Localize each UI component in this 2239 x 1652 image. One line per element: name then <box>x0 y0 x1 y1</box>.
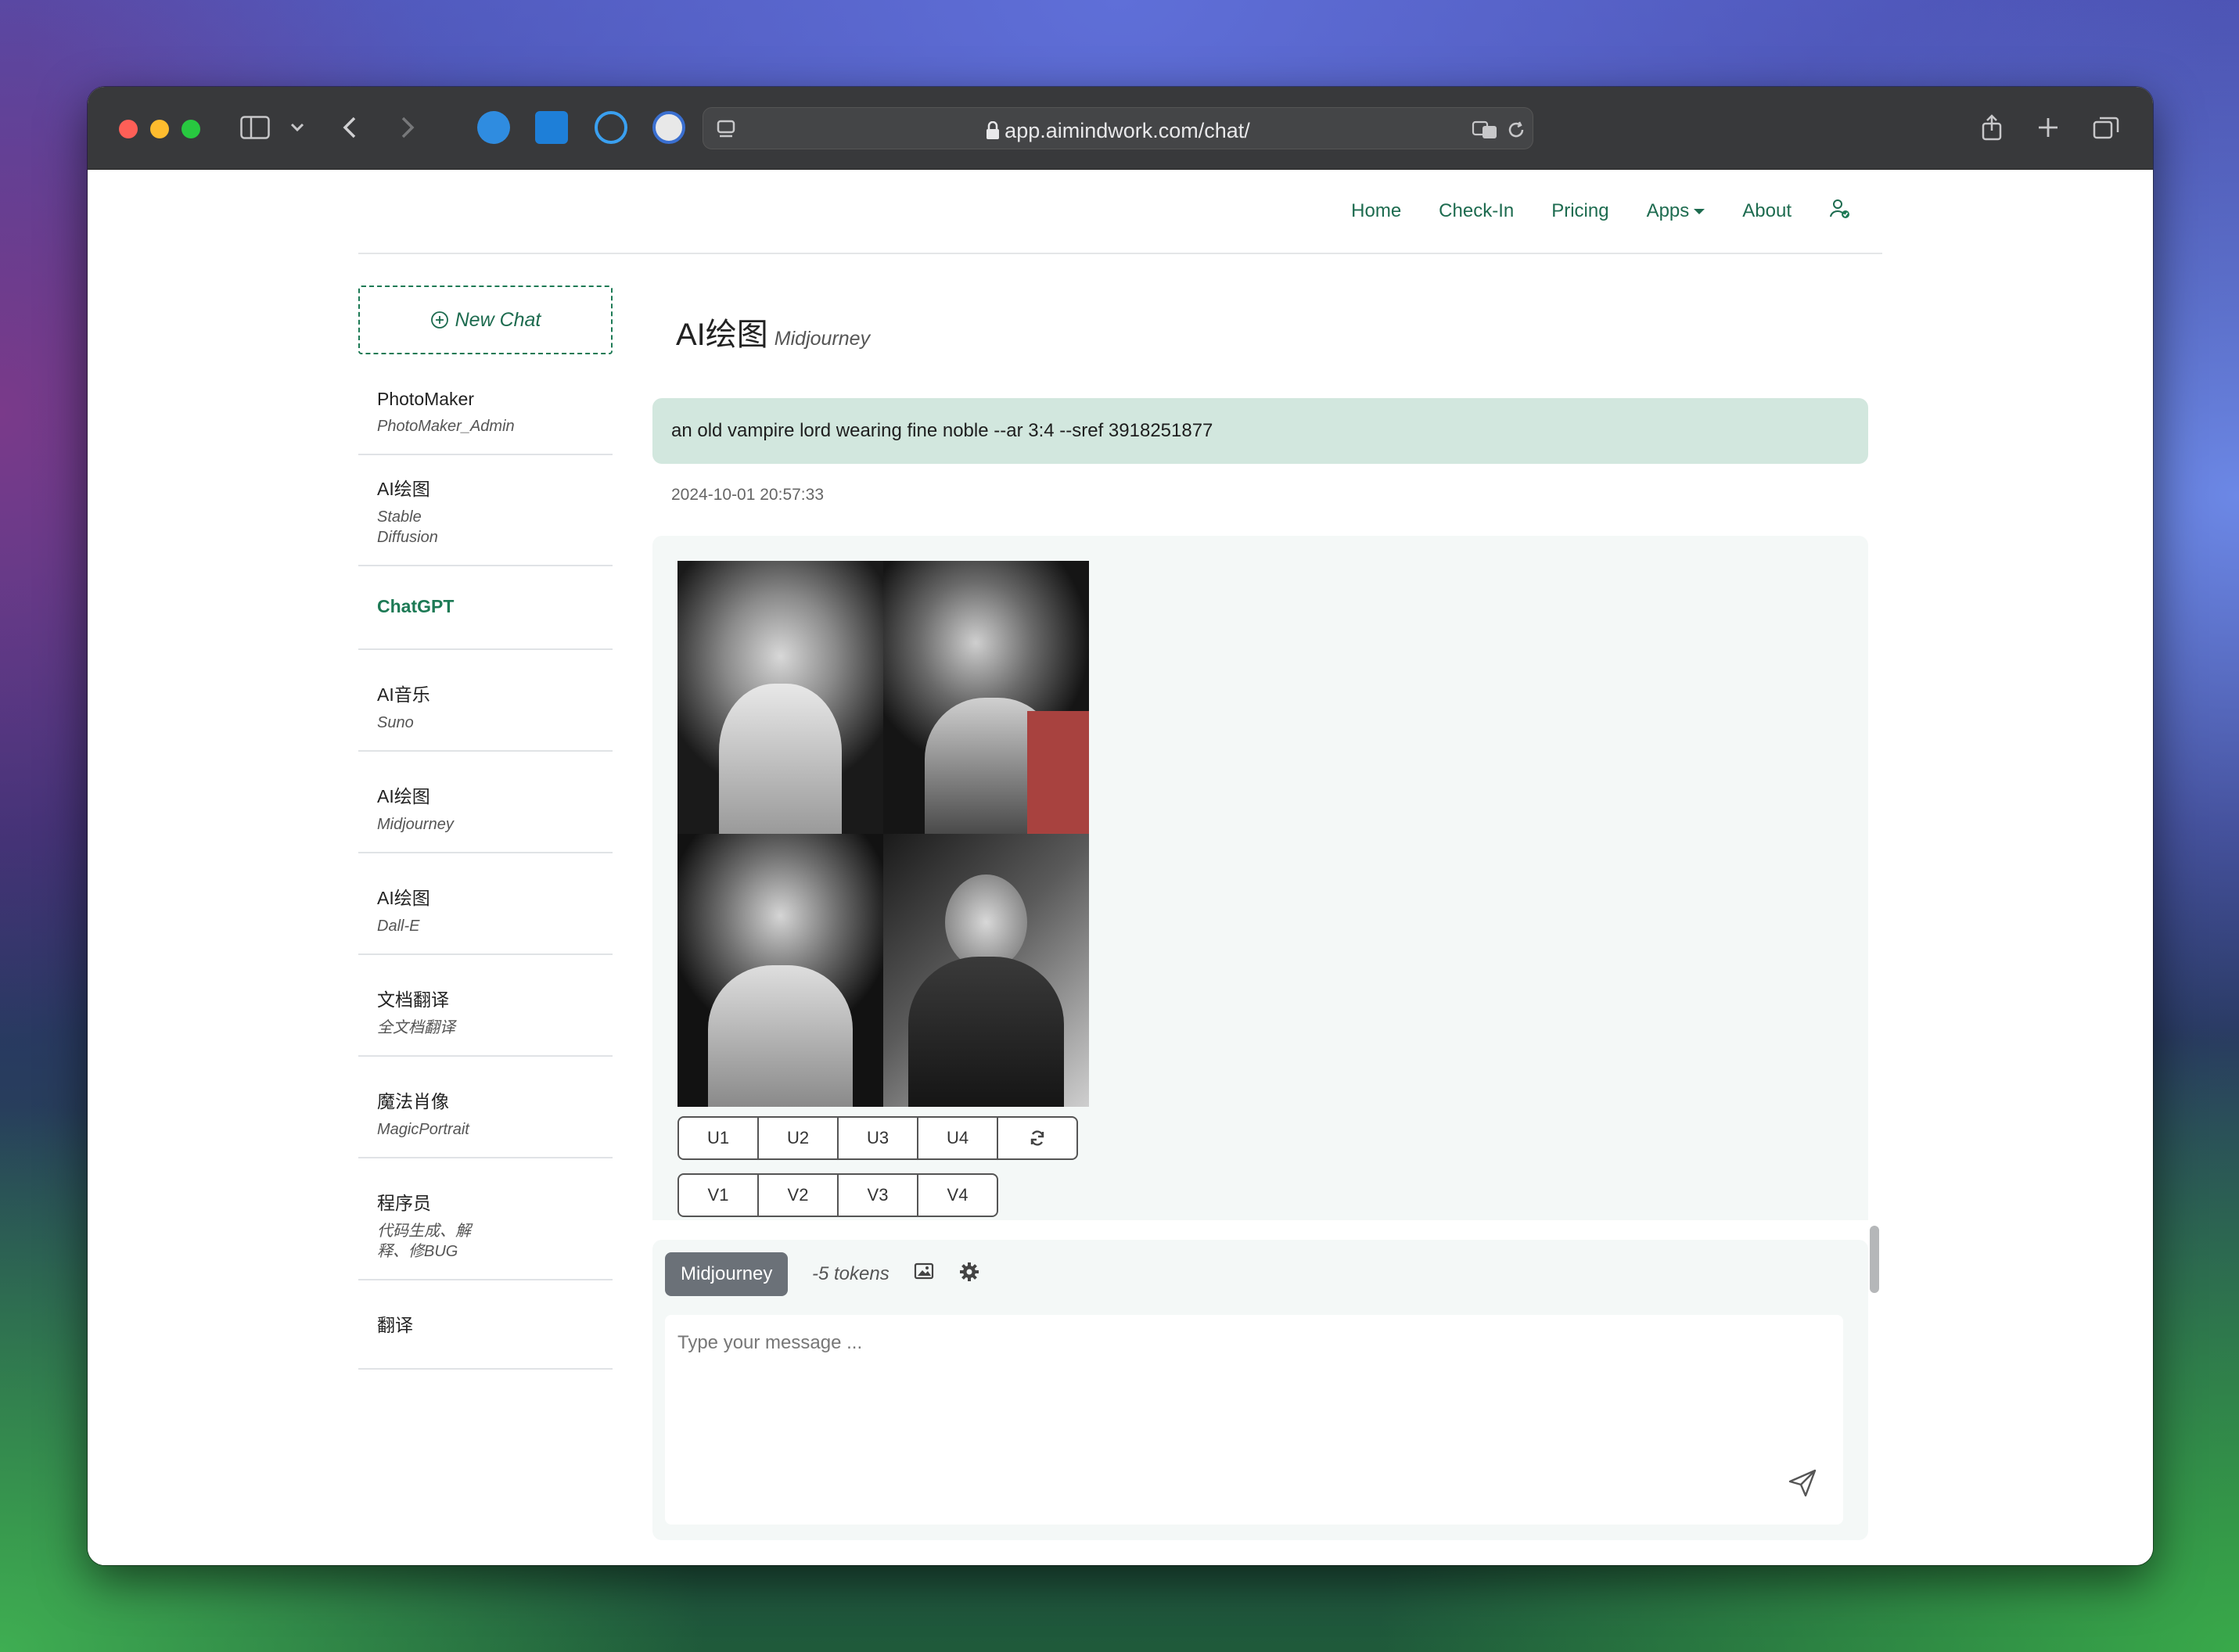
chat-subtitle: Midjourney <box>774 328 871 350</box>
u4-button[interactable]: U4 <box>917 1116 998 1160</box>
sidebar-item-title: PhotoMaker <box>377 389 475 409</box>
close-window-button[interactable] <box>119 120 138 138</box>
generated-image-3 <box>677 834 883 1107</box>
share-icon[interactable] <box>1978 110 2006 145</box>
sidebar-item-subtitle: Dall-E <box>377 918 420 935</box>
message-input[interactable]: Type your message ... <box>665 1315 1843 1525</box>
sidebar-item-subtitle: Suno <box>377 714 414 731</box>
nav-home[interactable]: Home <box>1351 200 1401 222</box>
nav-apps-dropdown[interactable]: Apps <box>1647 200 1705 222</box>
sidebar-item-dall-e[interactable]: AI绘图 Dall-E <box>358 853 613 955</box>
sidebar-item-title: AI绘图 <box>377 479 430 499</box>
sidebar-item-photomaker[interactable]: PhotoMaker PhotoMaker_Admin <box>358 370 613 455</box>
refresh-icon <box>1030 1130 1044 1146</box>
sidebar-item-subtitle: Midjourney <box>377 816 454 833</box>
sidebar-item-title: 翻译 <box>377 1315 413 1335</box>
generated-image-1 <box>677 561 883 834</box>
url-text: app.aimindwork.com/chat/ <box>703 119 1533 143</box>
generated-image-grid[interactable] <box>677 561 1089 1107</box>
extension-m-icon[interactable] <box>595 111 627 144</box>
sidebar-item-chatgpt[interactable]: ChatGPT <box>358 566 613 650</box>
lock-icon <box>987 120 1000 139</box>
sidebar-item-title: 文档翻译 <box>377 989 449 1010</box>
v4-button[interactable]: V4 <box>917 1173 998 1217</box>
address-bar[interactable]: app.aimindwork.com/chat/ <box>703 107 1533 149</box>
sidebar-item-title: AI音乐 <box>377 684 430 705</box>
browser-toolbar: app.aimindwork.com/chat/ <box>88 87 2153 170</box>
top-nav: Home Check-In Pricing Apps About <box>358 170 1882 254</box>
sidebar-item-document-translation[interactable]: 文档翻译 全文档翻译 <box>358 955 613 1057</box>
sidebar-item-title: 魔法肖像 <box>377 1091 449 1112</box>
nav-pricing[interactable]: Pricing <box>1551 200 1608 222</box>
translate-icon[interactable] <box>1470 113 1501 147</box>
sidebar-item-subtitle: PhotoMaker_Admin <box>377 418 515 435</box>
web-page: Home Check-In Pricing Apps About New Cha… <box>88 170 2153 1565</box>
reload-icon[interactable] <box>1504 113 1528 147</box>
sidebar-item-title: ChatGPT <box>377 596 455 616</box>
v3-button[interactable]: V3 <box>837 1173 918 1217</box>
user-icon[interactable] <box>1829 198 1851 224</box>
nav-check-in[interactable]: Check-In <box>1439 200 1514 222</box>
u1-button[interactable]: U1 <box>677 1116 759 1160</box>
upscale-button-row: U1 U2 U3 U4 <box>677 1116 1078 1160</box>
zoom-window-button[interactable] <box>181 120 200 138</box>
sidebar-item-title: AI绘图 <box>377 888 430 908</box>
sidebar-item-midjourney[interactable]: AI绘图 Midjourney <box>358 752 613 853</box>
model-selector-button[interactable]: Midjourney <box>665 1252 789 1296</box>
sidebar-toggle-icon[interactable] <box>238 110 272 145</box>
send-icon[interactable] <box>1787 1467 1818 1504</box>
download-extension-icon[interactable] <box>535 111 568 144</box>
reroll-button[interactable] <box>997 1116 1078 1160</box>
bot-message: U1 U2 U3 U4 V1 V2 V3 V4 <box>652 536 1868 1220</box>
chevron-down-icon[interactable] <box>288 110 307 145</box>
u3-button[interactable]: U3 <box>837 1116 918 1160</box>
sidebar-item-magic-portrait[interactable]: 魔法肖像 MagicPortrait <box>358 1057 613 1158</box>
sidebar-item-subtitle: 全文档翻译 <box>377 1019 455 1036</box>
new-chat-label: New Chat <box>455 308 541 331</box>
user-message: an old vampire lord wearing fine noble -… <box>652 398 1868 464</box>
message-timestamp: 2024-10-01 20:57:33 <box>671 486 824 504</box>
sidebar-item-stable-diffusion[interactable]: AI绘图 Stable Diffusion <box>358 455 613 566</box>
generated-image-2 <box>883 561 1089 834</box>
generated-image-4 <box>883 834 1089 1107</box>
tab-overview-icon[interactable] <box>2090 110 2122 145</box>
caret-down-icon <box>1694 208 1705 214</box>
sidebar-item-title: AI绘图 <box>377 786 430 806</box>
u2-button[interactable]: U2 <box>757 1116 839 1160</box>
gear-icon[interactable] <box>959 1262 979 1286</box>
token-cost: -5 tokens <box>812 1263 889 1284</box>
chat-scrollbar[interactable] <box>1870 1226 1879 1293</box>
plus-circle-icon <box>430 311 448 329</box>
chat-title: AI绘图 Midjourney <box>676 309 870 354</box>
nav-about[interactable]: About <box>1742 200 1792 222</box>
password-extension-icon[interactable] <box>652 111 685 144</box>
image-icon[interactable] <box>914 1262 934 1284</box>
extension-icon[interactable] <box>477 111 510 144</box>
sidebar-item-translate[interactable]: 翻译 <box>358 1280 613 1370</box>
sidebar-item-suno[interactable]: AI音乐 Suno <box>358 650 613 752</box>
sidebar-item-programmer[interactable]: 程序员 代码生成、解释、修BUG <box>358 1158 613 1280</box>
message-input-placeholder: Type your message ... <box>677 1332 863 1353</box>
sidebar-item-title: 程序员 <box>377 1193 431 1213</box>
v1-button[interactable]: V1 <box>677 1173 759 1217</box>
chat-title-text: AI绘图 <box>676 318 768 352</box>
sidebar-item-subtitle: MagicPortrait <box>377 1121 469 1138</box>
sidebar: New Chat PhotoMaker PhotoMaker_Admin AI绘… <box>358 286 613 1370</box>
sidebar-item-subtitle: 代码生成、解释、修BUG <box>377 1223 471 1260</box>
back-icon[interactable] <box>338 110 361 145</box>
nav-apps-label: Apps <box>1646 199 1690 221</box>
v2-button[interactable]: V2 <box>757 1173 839 1217</box>
new-chat-button[interactable]: New Chat <box>358 286 613 354</box>
composer: Midjourney -5 tokens Type your message .… <box>652 1240 1868 1540</box>
url-value: app.aimindwork.com/chat/ <box>1004 119 1250 142</box>
new-tab-icon[interactable] <box>2034 110 2062 145</box>
variation-button-row: V1 V2 V3 V4 <box>677 1173 998 1217</box>
minimize-window-button[interactable] <box>150 120 169 138</box>
sidebar-item-subtitle: Stable Diffusion <box>377 508 438 546</box>
forward-icon[interactable] <box>396 110 419 145</box>
browser-window: app.aimindwork.com/chat/ Home Check-In P… <box>88 87 2153 1565</box>
